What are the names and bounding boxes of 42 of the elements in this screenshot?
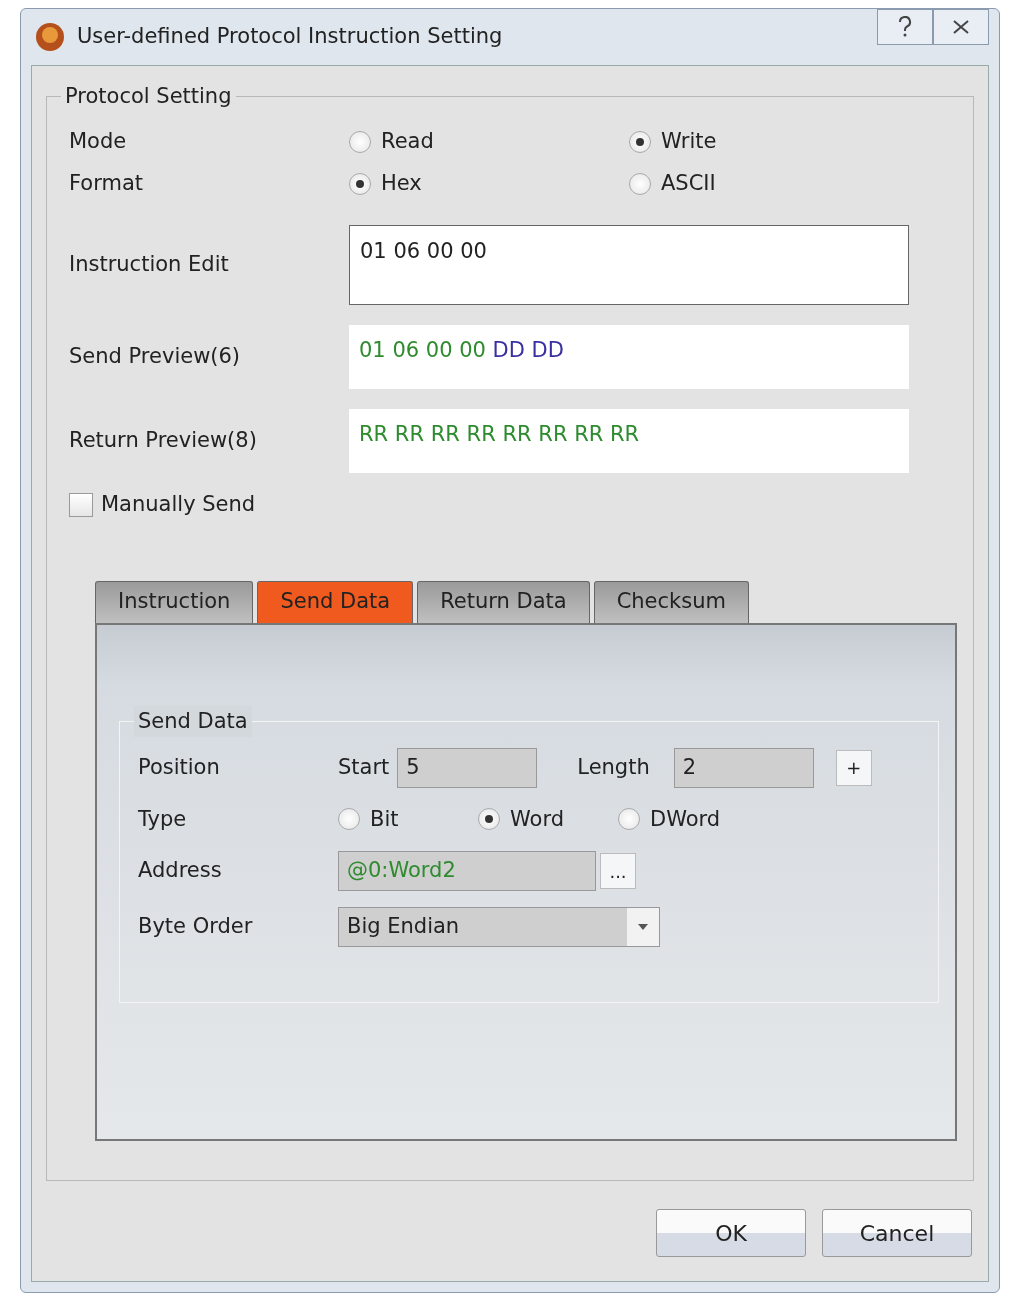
byte-order-dropdown[interactable]: Big Endian: [338, 907, 660, 947]
start-field[interactable]: 5: [397, 747, 538, 788]
field-label: Send Preview(6): [69, 343, 242, 371]
length-field[interactable]: 2: [673, 747, 814, 788]
dialog-button[interactable]: Cancel: [822, 1209, 972, 1257]
field-label: Mode: [69, 128, 128, 156]
field-label: Byte Order: [138, 913, 254, 941]
field-label: Instruction Edit: [69, 251, 230, 279]
window-title: User-defined Protocol Instruction Setting: [77, 23, 503, 51]
radio-button[interactable]: DWord: [618, 803, 748, 835]
checkbox[interactable]: Manually Send: [69, 489, 957, 521]
field-label: Return Preview(8): [69, 427, 258, 455]
tab[interactable]: Return Data: [417, 580, 590, 623]
radio-button[interactable]: Word: [478, 803, 618, 835]
tab[interactable]: Checksum: [593, 580, 749, 623]
radio-button[interactable]: Write: [629, 126, 909, 158]
radio-button[interactable]: Hex: [349, 168, 629, 200]
app-icon: [35, 22, 65, 52]
field-label: Position: [138, 753, 221, 781]
help-button[interactable]: [877, 9, 933, 45]
group-title: Send Data: [134, 705, 252, 737]
radio-button[interactable]: Bit: [338, 803, 478, 835]
browse-button[interactable]: ...: [600, 853, 636, 889]
instruction-field[interactable]: 01 06 00 00: [349, 225, 909, 305]
radio-button[interactable]: Read: [349, 126, 629, 158]
radio-button[interactable]: ASCII: [629, 168, 909, 200]
tab[interactable]: Send Data: [257, 580, 414, 623]
field-label: Start: [338, 753, 390, 781]
field-label: Format: [69, 170, 144, 198]
field-label: Type: [138, 805, 188, 833]
field-label: Length: [577, 753, 650, 781]
add-button[interactable]: +: [835, 749, 872, 786]
close-icon: [952, 19, 970, 35]
caret-icon: [627, 908, 659, 946]
preview-field: RR RR RR RR RR RR RR RR: [349, 409, 909, 473]
tab[interactable]: Instruction: [95, 580, 254, 623]
preview-field: 01 06 00 00 DD DD: [349, 325, 909, 389]
help-icon: [897, 16, 913, 38]
close-button[interactable]: [933, 9, 989, 45]
dropdown-value: Big Endian: [347, 913, 460, 941]
dialog-button[interactable]: OK: [656, 1209, 806, 1257]
field-label: Address: [138, 857, 223, 885]
